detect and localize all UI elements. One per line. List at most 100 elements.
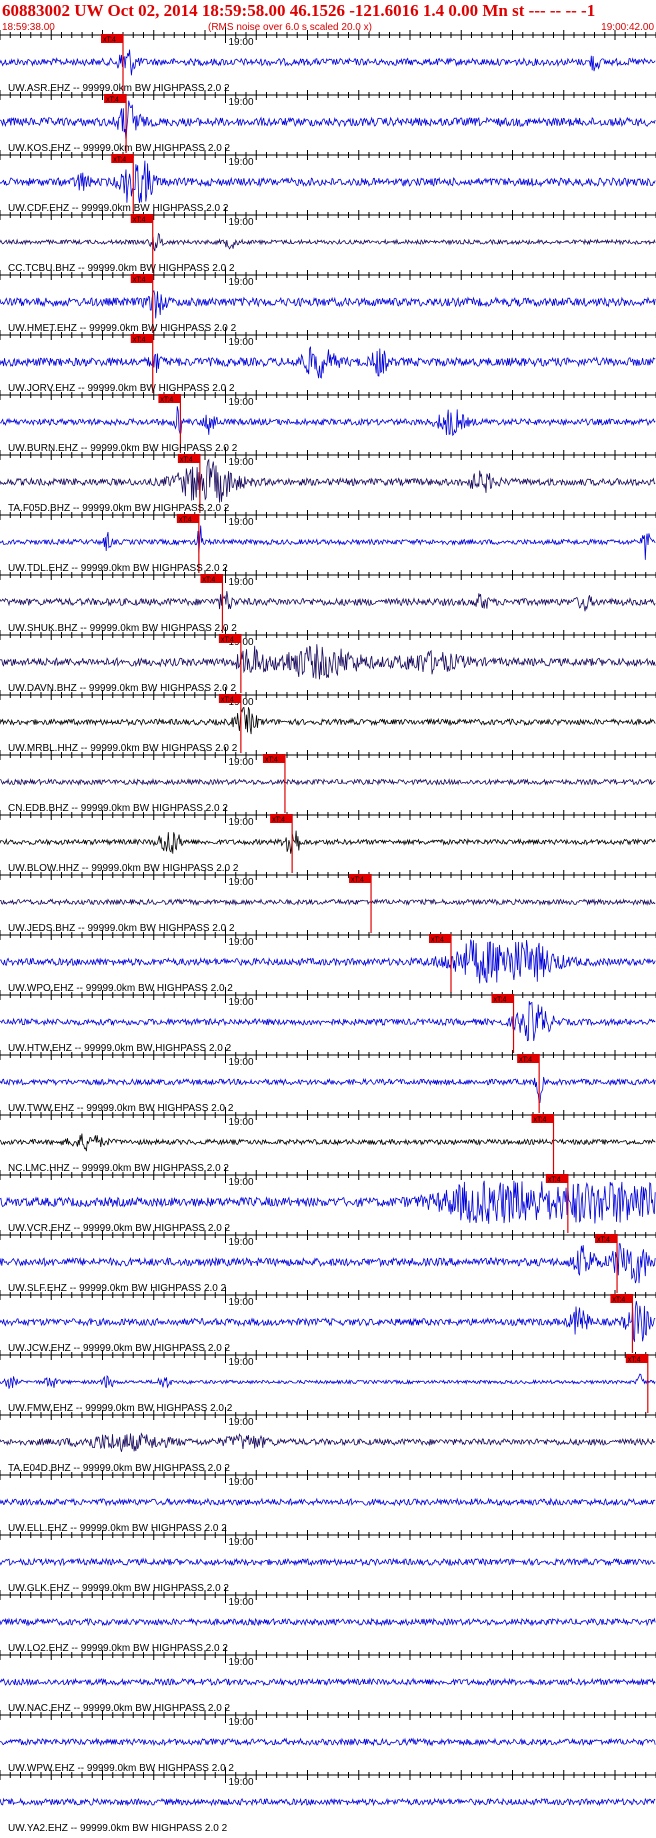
minute-label: 19:00: [229, 97, 254, 108]
minute-label: 19:00: [229, 277, 254, 288]
trace-panel: 19:00UW.ELL.EHZ -- 99999.0km BW HIGHPASS…: [0, 1467, 656, 1534]
station-label: UW.FMW.EHZ -- 99999.0km BW HIGHPASS 2.0 …: [8, 1403, 233, 1414]
pick-marker-label: xT:4: [221, 637, 234, 644]
pick-marker-label: xT:4: [106, 97, 119, 104]
trace-panel: 19:00 xT:4 UW.HMET.EHZ -- 99999.0km BW HIG…: [0, 267, 656, 334]
trace-panel: 19:00 xT:4 UW.TWW.EHZ -- 99999.0km BW HIGH…: [0, 1047, 656, 1114]
waveform-trace: [0, 830, 656, 854]
minute-label: 19:00: [229, 1657, 254, 1668]
waveform-trace: [0, 406, 656, 437]
trace-panel: 19:00xT:4UW.MRBL.HHZ -- 99999.0km BW HIG…: [0, 687, 656, 754]
trace-panel: 19:00UW.GLK.EHZ -- 99999.0km BW HIGHPASS…: [0, 1527, 656, 1594]
station-label: UW.JEDS.BHZ -- 99999.0km BW HIGHPASS 2.0…: [8, 923, 235, 934]
station-label: CC.TCBU.BHZ -- 99999.0km BW HIGHPASS 2.0…: [8, 263, 235, 274]
pick-marker-label: xT:4: [265, 757, 278, 764]
waveform-trace: [0, 898, 656, 906]
minute-label: 19:00: [229, 997, 254, 1008]
minute-label: 19:00: [229, 577, 254, 588]
pick-marker-label: xT:4: [133, 277, 146, 284]
waveform-trace: [0, 1133, 656, 1152]
minute-label: 19:00: [229, 1057, 254, 1068]
minute-label: 19:00: [229, 937, 254, 948]
waveform-trace: [0, 525, 656, 560]
pick-marker-label: xT:4: [221, 697, 234, 704]
pick-marker-label: xT:4: [202, 577, 215, 584]
pick-marker-label: xT:4: [160, 397, 173, 404]
minute-label: 19:00: [229, 877, 254, 888]
minute-label: 19:00: [229, 517, 254, 528]
waveform-trace: [0, 1497, 656, 1507]
pick-marker-label: xT:4: [612, 1297, 625, 1304]
minute-label: 19:00: [229, 1597, 254, 1608]
minute-label: 19:00: [229, 157, 254, 168]
pick-marker-label: xT:4: [180, 457, 193, 464]
pick-marker-label: xT:4: [133, 217, 146, 224]
waveform-trace: [0, 290, 656, 319]
waveform-trace: [0, 1617, 656, 1627]
waveform-trace: [0, 1076, 656, 1104]
pick-marker-label: xT:4: [351, 877, 364, 884]
seismogram-chart: 19:00xT:4UW.ASR.EHZ -- 99999.0km BW HIGH…: [0, 27, 656, 1834]
pick-marker-label: xT:4: [519, 1057, 532, 1064]
minute-label: 19:00: [229, 1357, 254, 1368]
station-label: UW.HTW.EHZ -- 99999.0km BW HIGHPASS 2.0 …: [8, 1043, 232, 1054]
minute-label: 19:00: [229, 1297, 254, 1308]
waveform-trace: [0, 1737, 656, 1747]
pick-marker-label: xT:4: [628, 1357, 641, 1364]
waveform-trace: [0, 346, 656, 379]
trace-panel: 19:00xT:4UW.KOS.EHZ -- 99999.0km BW HIGH…: [0, 87, 656, 154]
minute-label: 19:00: [229, 457, 254, 468]
minute-label: 19:00: [229, 1177, 254, 1188]
waveform-trace: [0, 100, 656, 141]
pick-marker-label: xT:4: [103, 37, 116, 44]
trace-panel: 19:00xT:4TA.F05D.BHZ -- 99999.0km BW HIG…: [0, 447, 656, 514]
waveform-trace: [0, 1557, 656, 1567]
station-label: UW.WPO.EHZ -- 99999.0km BW HIGHPASS 2.0 …: [8, 983, 233, 994]
waveform-trace: [0, 706, 656, 735]
trace-panel: 19:00 xT:4 CC.TCBU.BHZ -- 99999.0km BW HIG…: [0, 207, 656, 274]
trace-panel: 19:00 xT:4UW.BLOW.HHZ -- 99999.0km BW HIG…: [0, 807, 656, 874]
waveform-trace: [0, 1432, 656, 1452]
pick-marker-label: xT:4: [133, 337, 146, 344]
trace-panel: 19:00 xT:4NC.LMC.HHZ -- 99999.0km BW HIGH…: [0, 1107, 656, 1174]
minute-label: 19:00: [229, 1537, 254, 1548]
trace-panel: 19:00 xT:4UW.JCW.EHZ -- 99999.0km BW HIGH…: [0, 1287, 656, 1354]
waveform-trace: [0, 1000, 656, 1042]
pick-marker-label: xT:4: [597, 1237, 610, 1244]
trace-panel: 19:00UW.NAC.EHZ -- 99999.0km BW HIGHPASS…: [0, 1647, 656, 1714]
minute-label: 19:00: [229, 1237, 254, 1248]
waveform-trace: [0, 591, 656, 612]
station-label: UW.WPW.EHZ -- 99999.0km BW HIGHPASS 2.0 …: [8, 1763, 234, 1774]
pick-marker-label: xT:4: [548, 1177, 561, 1184]
minute-label: 19:00: [229, 757, 254, 768]
minute-label: 19:00: [229, 1717, 254, 1728]
station-label: UW.DAVN.BHZ -- 99999.0km BW HIGHPASS 2.0…: [8, 683, 236, 694]
trace-panel: 19:00xT:4UW.CDF.EHZ -- 99999.0km BW HIGH…: [0, 147, 656, 214]
waveform-trace: [0, 1243, 656, 1284]
waveform-trace: [0, 1677, 656, 1687]
pick-marker-label: xT:4: [431, 937, 444, 944]
waveform-trace: [0, 49, 656, 76]
waveform-trace: [0, 939, 656, 984]
minute-label: 19:00: [229, 1477, 254, 1488]
trace-panel: 19:00 xT:4 UW.JEDS.BHZ -- 99999.0km BW HIG…: [0, 867, 656, 934]
station-label: UW.TWW.EHZ -- 99999.0km BW HIGHPASS 2.0 …: [8, 1103, 234, 1114]
pick-marker-label: xT:4: [494, 997, 507, 1004]
trace-panel: 19:00 xT:4 UW.JORV.EHZ -- 99999.0km BW HIG…: [0, 327, 656, 394]
waveform-trace: [0, 1300, 656, 1342]
pick-marker-label: xT:4: [534, 1117, 547, 1124]
station-label: UW.YA2.EHZ -- 99999.0km BW HIGHPASS 2.0 …: [8, 1823, 228, 1834]
minute-label: 19:00: [229, 37, 254, 48]
trace-panel: 19:00 UW.YA2.EHZ -- 99999.0km BW HIGHPASS…: [0, 1767, 656, 1834]
trace-panel: 19:00 xT:4 UW.FMW.EHZ -- 99999.0km BW HIGH…: [0, 1347, 656, 1414]
trace-panel: 19:00 UW.WPW.EHZ -- 99999.0km BW HIGHPASS…: [0, 1707, 656, 1774]
trace-panel: 19:00 xT:4 UW.WPO.EHZ -- 99999.0km BW HIGH…: [0, 927, 656, 994]
waveform-trace: [0, 1797, 656, 1807]
pick-marker-label: xT:4: [272, 817, 285, 824]
station-label: UW.JORV.EHZ -- 99999.0km BW HIGHPASS 2.0…: [8, 383, 235, 394]
trace-panel: 19:00xT:4UW.ASR.EHZ -- 99999.0km BW HIGH…: [0, 27, 656, 94]
trace-panel: 19:00 xT:4CN.EDB.BHZ -- 99999.0km BW HIGH…: [0, 747, 656, 814]
minute-label: 19:00: [229, 1777, 254, 1788]
pick-marker-label: xT:4: [113, 157, 126, 164]
trace-panel: 19:00UW.LO2.EHZ -- 99999.0km BW HIGHPASS…: [0, 1587, 656, 1654]
